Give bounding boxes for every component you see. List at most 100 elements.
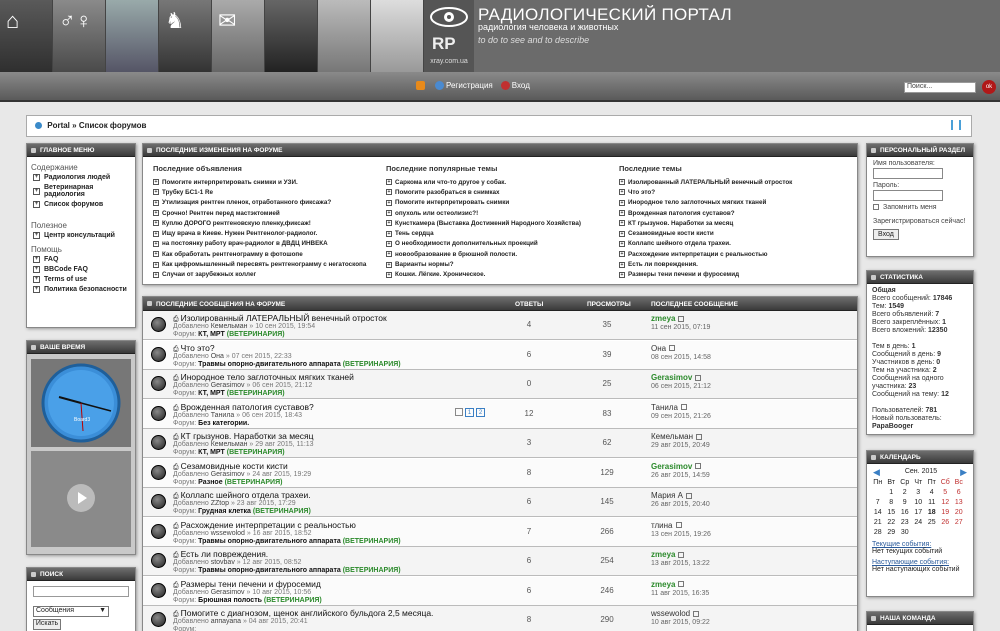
recent-item[interactable]: + Помогите интерпретировать снимки и УЗИ. [153,177,383,187]
view-latest-post-icon[interactable] [669,345,676,352]
topic-author[interactable]: Gerasimov [211,589,245,596]
forum-link[interactable]: КТ, МРТ [198,390,225,397]
remember-me[interactable]: Запомнить меня [873,204,967,211]
calendar-day[interactable]: 29 [885,529,899,538]
recent-item[interactable]: + новообразование в брюшной полости. [386,249,616,259]
menu-item[interactable]: + Terms of use [33,276,135,283]
view-latest-post-icon[interactable] [680,404,687,411]
calendar-day[interactable]: 12 [939,499,953,508]
forum-link[interactable]: Брюшная полость [198,597,262,604]
forum-tag[interactable]: (ВЕТЕРИНАРИЯ) [227,390,285,397]
calendar-day[interactable]: 11 [925,499,939,508]
mail-icon[interactable]: ✉ [212,0,265,72]
calendar-day[interactable]: 8 [885,499,899,508]
video-player[interactable] [31,451,131,547]
forum-link[interactable]: Травмы опорно-двигательного аппарата [198,361,341,368]
calendar-day[interactable]: 27 [952,519,966,528]
recent-item[interactable]: + Что это? [619,187,849,197]
menu-item[interactable]: + Ветеринарная радиология [33,184,135,198]
calendar-day[interactable]: 22 [885,519,899,528]
recent-item[interactable]: + Саркома или что-то другое у собак. [386,177,616,187]
remember-checkbox[interactable] [873,204,879,211]
recent-item[interactable]: + Трубку БС1-1 Re [153,187,383,197]
forum-tag[interactable]: (ВЕТЕРИНАРИЯ) [343,361,401,368]
search-type-select[interactable]: Сообщения ▼ [33,606,109,617]
recent-item[interactable]: + Тень сердца [386,228,616,238]
calendar-day[interactable]: 7 [871,499,885,508]
topic-author[interactable]: stovbav [211,559,235,566]
breadcrumb-portal[interactable]: Portal [47,121,70,130]
recent-item[interactable]: + Помогите интерпретировать снимки [386,198,616,208]
forum-link[interactable]: Грудная клетка [198,508,251,515]
last-post-user[interactable]: Она [651,344,676,353]
last-post-user[interactable]: zmeya [651,550,685,559]
dog-icon[interactable]: ♞ [159,0,212,72]
recent-item[interactable]: + на постоянку работу врач-радиолог в ДВД… [153,239,383,249]
forum-tag[interactable]: (ВЕТЕРИНАРИЯ) [264,597,322,604]
recent-item[interactable]: + Расхождение интерпретации с реальностью [619,249,849,259]
page-link[interactable]: 1 [465,407,474,417]
calendar-day[interactable]: 25 [925,519,939,528]
calendar-day[interactable]: 13 [952,499,966,508]
forum-link[interactable]: Без категории. [198,420,249,427]
topic-author[interactable]: Gerasimov [211,471,245,478]
login-button[interactable]: Вход [873,229,899,240]
menu-item[interactable]: + Политика безопасности [33,286,135,293]
calendar-day[interactable]: 16 [898,509,912,518]
topic-author[interactable]: Кемельман [211,441,248,448]
last-post-user[interactable]: Gerasimov [651,373,702,382]
calendar-day[interactable]: 20 [952,509,966,518]
search-panel-button[interactable]: Искать [33,619,61,630]
recent-item[interactable]: + Врожденная патология суставов? [619,208,849,218]
recent-item[interactable]: + Как обработать рентгенограмму в фотошоп… [153,249,383,259]
search-ok-button[interactable]: ok [982,80,996,94]
calendar-day[interactable]: 28 [871,529,885,538]
recent-item[interactable]: + Кошки. Лёгкие. Хроническое. [386,270,616,280]
forum-tag[interactable]: (ВЕТЕРИНАРИЯ) [343,538,401,545]
calendar-day[interactable]: 21 [871,519,885,528]
recent-item[interactable]: + Коллапс шейного отдела трахеи. [619,239,849,249]
forum-tag[interactable]: (ВЕТЕРИНАРИЯ) [253,508,311,515]
last-post-user[interactable]: wssewolod [651,609,700,618]
forum-tag[interactable]: (ВЕТЕРИНАРИЯ) [227,331,285,338]
calendar-day[interactable]: 23 [898,519,912,528]
recent-item[interactable]: + Утилизация рентген пленок, отработанног… [153,198,383,208]
calendar-day[interactable]: 17 [912,509,926,518]
menu-item[interactable]: + Центр консультаций [33,232,135,239]
menu-item[interactable]: + Радиология людей [33,174,135,181]
recent-item[interactable]: + КТ грызунов. Наработки за месяц [619,218,849,228]
recent-item[interactable]: + Инородное тело заглоточных мягких ткане… [619,198,849,208]
register-link[interactable]: Регистрация [435,81,493,91]
forum-link[interactable]: Травмы опорно-двигательного аппарата [198,538,341,545]
forum-tag[interactable]: (ВЕТЕРИНАРИЯ) [225,479,283,486]
view-latest-post-icon[interactable] [678,581,685,588]
next-month-icon[interactable]: ▶ [960,467,967,478]
recent-item[interactable]: + опухоль или остеолизис?! [386,208,616,218]
recent-item[interactable]: + Срочно! Рентген перед мастэктомией [153,208,383,218]
stats-newest-user[interactable]: PapaBooger [872,423,968,431]
topic-author[interactable]: Кемельман [211,323,248,330]
view-latest-post-icon[interactable] [675,522,682,529]
recent-item[interactable]: + Кунсткамера (Выставка Достижений Народн… [386,218,616,228]
recent-item[interactable]: + Как цифромышленный пересвять рентгеногр… [153,259,383,269]
calendar-day[interactable]: 26 [939,519,953,528]
view-latest-post-icon[interactable] [695,374,702,381]
password-field[interactable] [873,190,943,201]
view-latest-post-icon[interactable] [678,551,685,558]
username-field[interactable] [873,168,943,179]
calendar-day[interactable]: 4 [925,489,939,498]
calendar-day[interactable]: 30 [898,529,912,538]
recent-item[interactable]: + Есть ли повреждения. [619,259,849,269]
calendar-day[interactable]: 2 [898,489,912,498]
calendar-day[interactable]: 3 [912,489,926,498]
calendar-day[interactable]: 14 [871,509,885,518]
view-latest-post-icon[interactable] [693,610,700,617]
recent-item[interactable]: + Помогите разобраться в снимках [386,187,616,197]
calendar-day[interactable]: 18 [925,509,939,518]
view-latest-post-icon[interactable] [678,315,685,322]
view-latest-post-icon[interactable] [695,463,702,470]
forum-link[interactable]: Разное [198,479,222,486]
recent-item[interactable]: + Случаи от зарубежных коллег [153,270,383,280]
topic-author[interactable]: Она [211,353,224,360]
breadcrumb-current[interactable]: Список форумов [79,121,147,130]
